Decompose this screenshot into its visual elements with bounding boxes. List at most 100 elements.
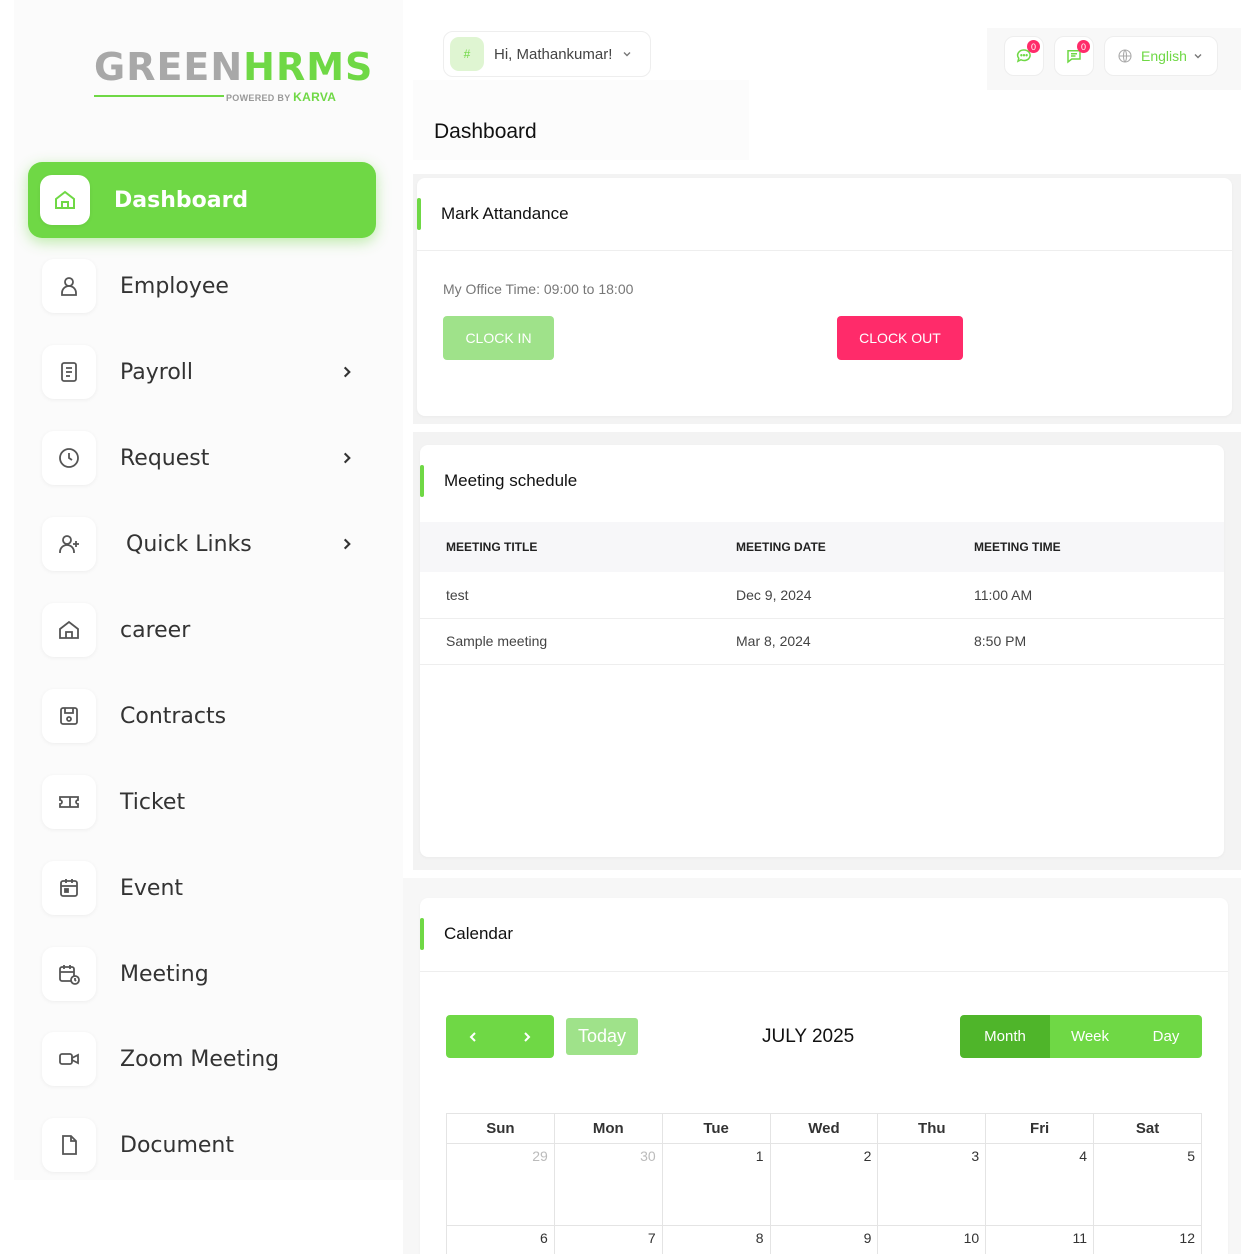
column-header[interactable]: MEETING TIME: [974, 522, 1224, 572]
card-title: Calendar: [420, 918, 513, 950]
sidebar-item-zoom-meeting[interactable]: Zoom Meeting: [28, 1021, 376, 1097]
logo-hrms-text: HRMS: [243, 45, 374, 89]
sidebar-item-label: Quick Links: [126, 531, 252, 557]
message-notification-button[interactable]: 0: [1054, 36, 1094, 76]
sidebar-item-payroll[interactable]: Payroll: [28, 334, 376, 410]
view-month-button[interactable]: Month: [960, 1015, 1050, 1058]
sidebar-item-label: Event: [120, 875, 184, 901]
powered-by-text: POWERED BY: [226, 93, 291, 103]
chevron-right-icon: [343, 366, 351, 378]
table-header-row: MEETING TITLE MEETING DATE MEETING TIME: [420, 522, 1224, 572]
sidebar-item-employee[interactable]: Employee: [28, 248, 376, 324]
next-month-button[interactable]: [500, 1015, 554, 1058]
video-icon: [42, 1032, 96, 1086]
calendar-day-cell[interactable]: 1: [661, 1143, 771, 1226]
calendar-day-cell[interactable]: 4: [985, 1143, 1095, 1226]
calendar-day-cell[interactable]: 29: [446, 1143, 555, 1226]
sidebar-item-label: Request: [120, 445, 210, 471]
calendar-day-cell[interactable]: 6: [446, 1225, 555, 1254]
calendar-day-cell[interactable]: 8: [661, 1225, 771, 1254]
column-header[interactable]: MEETING DATE: [736, 522, 974, 572]
calendar-day-cell[interactable]: 12: [1093, 1225, 1202, 1254]
brand-logo[interactable]: GREENHRMS POWERED BY KARVA: [94, 44, 372, 106]
globe-icon: [1118, 49, 1132, 63]
attendance-card: Mark Attandance My Office Time: 09:00 to…: [417, 178, 1232, 416]
meeting-title-cell: Sample meeting: [420, 618, 736, 665]
home-icon: [40, 175, 90, 225]
meeting-time-cell: 11:00 AM: [974, 572, 1224, 619]
chevron-down-icon: [1194, 54, 1202, 59]
chevron-left-icon: [469, 1031, 476, 1042]
meeting-table: MEETING TITLE MEETING DATE MEETING TIME …: [420, 522, 1224, 665]
language-label: English: [1141, 48, 1187, 64]
chat-notification-button[interactable]: 0: [1004, 36, 1044, 76]
ticket-icon: [42, 775, 96, 829]
avatar-alt-text: #: [463, 47, 471, 61]
calendar-day-cell[interactable]: 11: [985, 1225, 1095, 1254]
table-row[interactable]: test Dec 9, 2024 11:00 AM: [420, 572, 1224, 619]
calendar-day-cell[interactable]: 10: [877, 1225, 987, 1254]
chevron-right-icon: [343, 538, 351, 550]
weekday-header: Thu: [877, 1113, 987, 1144]
avatar: #: [450, 37, 484, 71]
page-title: Dashboard: [434, 120, 537, 143]
language-selector[interactable]: English: [1104, 36, 1218, 76]
sidebar-item-request[interactable]: Request: [28, 420, 376, 496]
receipt-icon: [42, 345, 96, 399]
calendar-day-cell[interactable]: 3: [877, 1143, 987, 1226]
calendar-day-cell[interactable]: 30: [553, 1143, 663, 1226]
meeting-date-cell: Dec 9, 2024: [736, 572, 974, 619]
weekday-header: Sat: [1093, 1113, 1202, 1144]
calendar-view-switcher: Month Week Day: [960, 1015, 1202, 1058]
greeting-text: Hi, Mathankumar!: [494, 45, 613, 63]
card-divider: [420, 971, 1228, 972]
card-divider: [417, 250, 1232, 251]
weekday-header: Tue: [661, 1113, 771, 1144]
sidebar-item-meeting[interactable]: Meeting: [28, 936, 376, 1012]
calendar-nav-group: [446, 1015, 554, 1058]
chevron-down-icon: [623, 52, 631, 57]
today-button[interactable]: Today: [566, 1018, 638, 1055]
sidebar-item-contracts[interactable]: Contracts: [28, 678, 376, 754]
meeting-title-cell: test: [420, 572, 736, 619]
sidebar-item-label: Employee: [120, 273, 229, 299]
sidebar-item-label: Document: [120, 1132, 234, 1158]
chevron-right-icon: [343, 452, 351, 464]
meeting-time-cell: 8:50 PM: [974, 618, 1224, 665]
calendar-clock-icon: [42, 947, 96, 1001]
view-week-button[interactable]: Week: [1050, 1015, 1130, 1058]
calendar-grid: Sun Mon Tue Wed Thu Fri Sat 29 30 1 2 3 …: [446, 1113, 1202, 1254]
calendar-week-row: 29 30 1 2 3 4 5: [446, 1143, 1202, 1226]
column-header[interactable]: MEETING TITLE: [420, 522, 736, 572]
sidebar-item-dashboard[interactable]: Dashboard: [28, 162, 376, 238]
calendar-day-cell[interactable]: 2: [769, 1143, 879, 1226]
sidebar-item-label: Contracts: [120, 703, 227, 729]
user-icon: [42, 259, 96, 313]
card-title: Mark Attandance: [417, 198, 569, 230]
sidebar-item-quick-links[interactable]: Quick Links: [28, 506, 376, 582]
calendar-day-cell[interactable]: 5: [1093, 1143, 1202, 1226]
calendar-day-cell[interactable]: 9: [769, 1225, 879, 1254]
prev-month-button[interactable]: [446, 1015, 500, 1058]
user-menu[interactable]: # Hi, Mathankumar!: [443, 31, 651, 77]
clock-out-button[interactable]: CLOCK OUT: [837, 316, 963, 360]
clock-in-button[interactable]: CLOCK IN: [443, 316, 554, 360]
sidebar-item-label: career: [120, 617, 191, 643]
sidebar-item-document[interactable]: Document: [28, 1107, 376, 1183]
sidebar-item-career[interactable]: career: [28, 592, 376, 668]
logo-powered-by: POWERED BY KARVA: [226, 90, 336, 104]
calendar-month-title: JULY 2025: [762, 1026, 855, 1047]
weekday-header: Sun: [446, 1113, 555, 1144]
sidebar-item-event[interactable]: Event: [28, 850, 376, 926]
weekday-header: Fri: [985, 1113, 1095, 1144]
table-row[interactable]: Sample meeting Mar 8, 2024 8:50 PM: [420, 618, 1224, 665]
weekday-header-row: Sun Mon Tue Wed Thu Fri Sat: [446, 1113, 1202, 1144]
powered-brand-text: KARVA: [293, 90, 337, 104]
view-day-button[interactable]: Day: [1130, 1015, 1202, 1058]
meeting-schedule-card: Meeting schedule MEETING TITLE MEETING D…: [420, 445, 1224, 857]
sidebar-item-ticket[interactable]: Ticket: [28, 764, 376, 840]
logo-underline: [94, 95, 224, 97]
calendar-card: Calendar Today JULY 2025 Month Week Day …: [420, 898, 1228, 1254]
calendar-day-cell[interactable]: 7: [553, 1225, 663, 1254]
office-time-text: My Office Time: 09:00 to 18:00: [443, 281, 634, 297]
